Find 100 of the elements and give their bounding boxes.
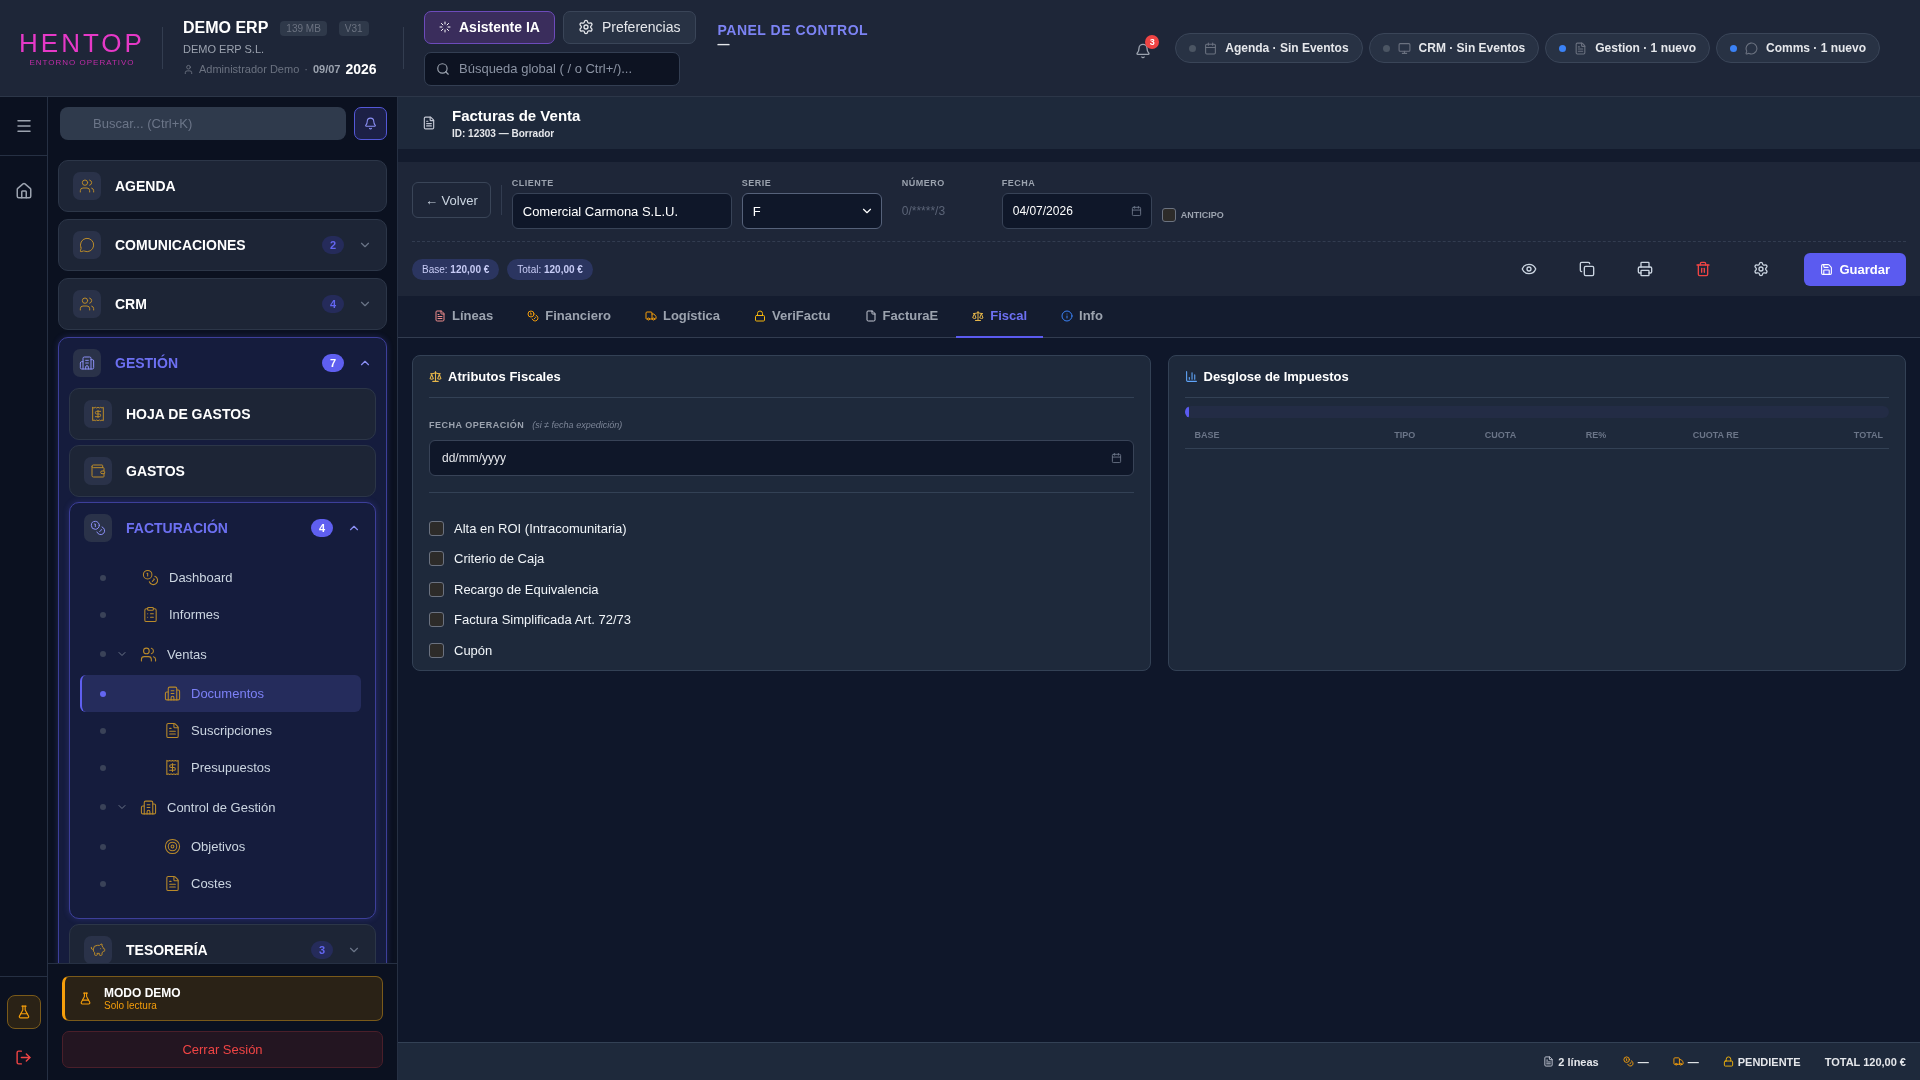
checkbox[interactable] bbox=[429, 612, 444, 628]
checkbox[interactable] bbox=[1161, 208, 1176, 222]
series-select[interactable]: F bbox=[741, 193, 882, 229]
date-field[interactable]: 04/07/2026 bbox=[1001, 193, 1152, 229]
nav-section-header[interactable]: CRM 4 bbox=[59, 279, 386, 329]
bullet-icon bbox=[100, 727, 106, 734]
tab-icon bbox=[644, 309, 657, 322]
calendar-icon bbox=[1204, 41, 1218, 55]
checkbox[interactable] bbox=[429, 581, 444, 597]
tab-icon bbox=[1061, 309, 1074, 322]
save-icon bbox=[1820, 262, 1834, 276]
client-field[interactable]: Comercial Carmona S.L.U. bbox=[511, 193, 732, 229]
nav-item[interactable]: Documentos bbox=[80, 675, 361, 712]
save-button[interactable]: Guardar bbox=[1804, 252, 1906, 286]
nav-item[interactable]: Presupuestos bbox=[80, 749, 361, 786]
column-header: CUOTA bbox=[1483, 430, 1518, 440]
nav-section-header[interactable]: HOJA DE GASTOS bbox=[70, 389, 375, 439]
date-field[interactable]: dd/mm/yyyy bbox=[429, 440, 1134, 476]
count-badge: 4 bbox=[322, 295, 344, 313]
calendar-icon bbox=[1110, 452, 1122, 464]
bell-icon bbox=[1135, 43, 1152, 59]
nav-section-header[interactable]: AGENDA bbox=[59, 161, 386, 211]
total-badge: Base: 120,00 € bbox=[412, 258, 500, 280]
preferences-button[interactable]: Preferencias bbox=[562, 10, 696, 44]
demo-mode-subtitle: Solo lectura bbox=[104, 1000, 158, 1011]
monitor-icon bbox=[1397, 41, 1411, 55]
checkbox[interactable] bbox=[429, 520, 444, 536]
memory-badge: 139 MB bbox=[280, 20, 327, 36]
tab-icon bbox=[754, 309, 766, 322]
nav-item[interactable]: Control de Gestión bbox=[80, 786, 361, 828]
nav-item[interactable]: Dashboard bbox=[80, 559, 361, 596]
checkbox[interactable] bbox=[429, 642, 444, 658]
nav-section-header[interactable]: GASTOS bbox=[70, 446, 375, 496]
tab[interactable]: Info bbox=[1045, 295, 1119, 338]
tab[interactable]: Líneas bbox=[418, 295, 510, 338]
nav-icon bbox=[164, 875, 181, 892]
column-header: TOTAL bbox=[1852, 430, 1883, 440]
section-icon bbox=[84, 400, 112, 428]
column-header: BASE bbox=[1194, 430, 1221, 440]
nav-section-header[interactable]: COMUNICACIONES 2 bbox=[59, 220, 386, 270]
tab[interactable]: Logística bbox=[628, 295, 736, 338]
nav-icon bbox=[164, 759, 181, 776]
nav-item[interactable]: Costes bbox=[80, 865, 361, 902]
nav-item[interactable]: Suscripciones bbox=[80, 712, 361, 749]
checkbox[interactable] bbox=[429, 551, 444, 567]
logout-button[interactable]: Cerrar Sesión bbox=[62, 1031, 383, 1068]
global-search-field[interactable]: Búsqueda global ( / o Ctrl+/)... bbox=[424, 51, 680, 86]
status-pill[interactable]: Gestion · 1 nuevo bbox=[1545, 33, 1710, 63]
assistant-button[interactable]: Asistente IA bbox=[424, 10, 555, 44]
bullet-icon bbox=[100, 651, 106, 657]
column-header: CUOTA RE bbox=[1691, 430, 1740, 440]
user-name: Administrador Demo bbox=[199, 63, 300, 75]
sidebar-search-field[interactable]: Buscar... (Ctrl+K) bbox=[60, 107, 346, 140]
status-pill[interactable]: CRM · Sin Eventos bbox=[1368, 33, 1540, 63]
nav-icon bbox=[142, 606, 159, 623]
status-icon bbox=[1672, 1056, 1684, 1067]
tab[interactable]: VeriFactu bbox=[738, 295, 847, 338]
document-icon bbox=[1574, 41, 1588, 55]
menu-icon[interactable] bbox=[14, 117, 33, 135]
tab[interactable]: FacturaE bbox=[848, 295, 955, 338]
copy-icon bbox=[1579, 261, 1596, 277]
nav-item[interactable]: Informes bbox=[80, 596, 361, 633]
nav-item[interactable]: Objetivos bbox=[80, 828, 361, 865]
demo-mode-button[interactable] bbox=[6, 995, 41, 1029]
bullet-icon bbox=[100, 690, 106, 697]
pin-button[interactable] bbox=[354, 107, 387, 140]
nav-section-header[interactable]: TESORERÍA 3 bbox=[70, 925, 375, 963]
user-icon bbox=[183, 63, 194, 75]
notifications-button[interactable]: 3 bbox=[1133, 35, 1160, 61]
chat-icon bbox=[1744, 41, 1758, 55]
settings-icon bbox=[1753, 261, 1770, 277]
status-pill[interactable]: Comms · 1 nuevo bbox=[1715, 33, 1880, 63]
bullet-icon bbox=[100, 804, 106, 810]
field-label: SERIE bbox=[741, 178, 773, 188]
demo-mode-title: MODO DEMO bbox=[104, 986, 181, 1000]
logo: HENTOP ENTORNO OPERATIVO bbox=[22, 29, 142, 67]
total-badge: Total: 120,00 € bbox=[507, 258, 593, 280]
checkbox-option[interactable]: Cupón bbox=[429, 635, 1134, 666]
tab[interactable]: Financiero bbox=[511, 295, 627, 338]
checkbox-option[interactable]: Alta en ROI (Intracomunitaria) bbox=[429, 513, 1134, 544]
home-icon[interactable] bbox=[14, 182, 33, 200]
nav-item[interactable]: Ventas bbox=[80, 633, 361, 675]
checkbox-option[interactable]: Factura Simplificada Art. 72/73 bbox=[429, 604, 1134, 635]
logout-icon[interactable] bbox=[15, 1049, 32, 1066]
status-pill[interactable]: Agenda · Sin Eventos bbox=[1175, 33, 1363, 63]
checkbox-option[interactable]: Criterio de Caja bbox=[429, 543, 1134, 574]
section-icon bbox=[73, 172, 101, 200]
date: 09/07 bbox=[312, 63, 341, 75]
back-button[interactable]: ← Volver bbox=[412, 182, 491, 218]
panel-link[interactable]: PANEL DE CONTROL — bbox=[717, 22, 869, 50]
checkbox-field[interactable]: ANTICIPO bbox=[1161, 197, 1224, 233]
gear-icon bbox=[577, 19, 594, 35]
nav-section-header[interactable]: GESTIÓN 7 bbox=[59, 338, 386, 388]
field-hint: (si ≠ fecha expedición) bbox=[532, 420, 623, 430]
nav-section-header[interactable]: FACTURACIÓN 4 bbox=[70, 503, 375, 553]
status-item: — bbox=[1622, 1055, 1649, 1068]
checkbox-option[interactable]: Recargo de Equivalencia bbox=[429, 574, 1134, 605]
status-icon bbox=[1722, 1056, 1734, 1067]
nav-icon bbox=[164, 838, 181, 855]
section-icon bbox=[73, 231, 101, 259]
